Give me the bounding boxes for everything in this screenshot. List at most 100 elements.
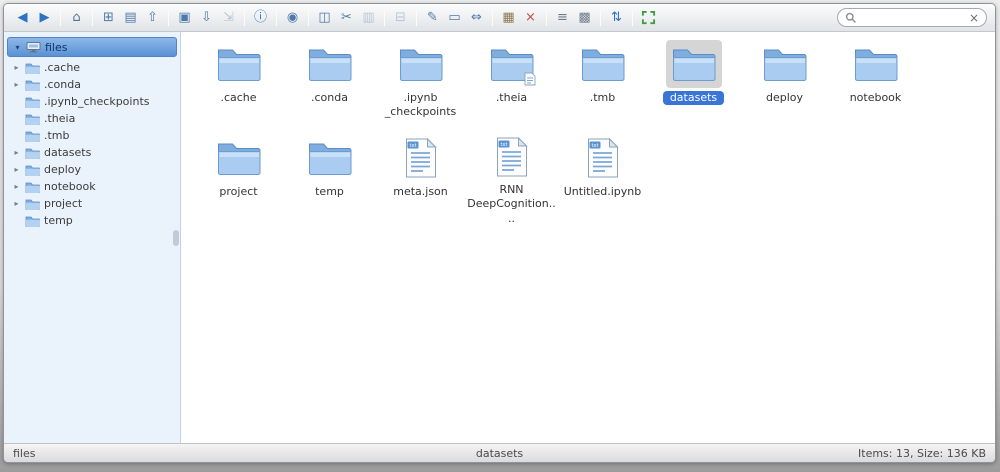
new-folder-icon: ⊞ bbox=[103, 10, 114, 25]
sort-icon: ⇅ bbox=[611, 10, 622, 25]
open-button[interactable]: ▣ bbox=[174, 8, 195, 28]
folder-icon bbox=[665, 40, 722, 88]
sidebar-item-notebook[interactable]: ▸ notebook bbox=[4, 178, 180, 195]
expand-arrow-icon[interactable]: ▸ bbox=[12, 63, 21, 72]
back-button[interactable]: ◀ bbox=[12, 8, 33, 28]
delete-button[interactable]: × bbox=[520, 8, 541, 28]
expand-arrow-icon[interactable]: ▸ bbox=[12, 148, 21, 157]
sidebar-item-conda[interactable]: ▸ .conda bbox=[4, 76, 180, 93]
search-input[interactable] bbox=[861, 11, 965, 24]
view-list-button[interactable]: ≡ bbox=[552, 8, 573, 28]
expand-arrow-icon[interactable]: ▸ bbox=[12, 165, 21, 174]
file-item-label: .conda bbox=[311, 91, 348, 104]
sidebar-item-label: .ipynb_checkpoints bbox=[44, 95, 150, 108]
rename-button[interactable]: ✎ bbox=[422, 8, 443, 28]
search-icon[interactable] bbox=[845, 12, 857, 24]
get-url-icon: ⇲ bbox=[223, 10, 234, 25]
toolbar-separator bbox=[244, 9, 245, 26]
file-item-notebook[interactable]: notebook bbox=[830, 40, 921, 132]
folder-icon bbox=[25, 79, 40, 91]
edit-button[interactable]: ▭ bbox=[444, 8, 465, 28]
sidebar-item-deploy[interactable]: ▸ deploy bbox=[4, 161, 180, 178]
file-item-datasets[interactable]: datasets bbox=[648, 40, 739, 132]
file-item-theia[interactable]: .theia bbox=[466, 40, 557, 132]
copy-button[interactable]: ◫ bbox=[314, 8, 335, 28]
view-icons-button[interactable]: ▩ bbox=[574, 8, 595, 28]
toolbar-separator bbox=[60, 9, 61, 26]
sidebar-item-theia[interactable]: ▸.theia bbox=[4, 110, 180, 127]
file-item-label: notebook bbox=[849, 91, 902, 104]
toolbar-separator bbox=[384, 9, 385, 26]
folder-icon bbox=[484, 40, 540, 88]
sidebar-item-project[interactable]: ▸ project bbox=[4, 195, 180, 212]
resize-button[interactable]: ⇔ bbox=[466, 8, 487, 28]
forward-button[interactable]: ▶ bbox=[34, 8, 55, 28]
duplicate-icon: ⊟ bbox=[395, 10, 406, 25]
forward-icon: ▶ bbox=[39, 10, 50, 25]
folder-icon bbox=[302, 134, 358, 182]
folder-icon bbox=[25, 198, 40, 210]
file-item-deploy[interactable]: deploy bbox=[739, 40, 830, 132]
toolbar-separator bbox=[308, 9, 309, 26]
text-file-icon: txt bbox=[575, 134, 631, 182]
sidebar-root-label: files bbox=[45, 40, 68, 54]
statusbar: files datasets Items: 13, Size: 136 KB bbox=[4, 443, 995, 462]
text-file-icon: txt bbox=[393, 134, 449, 182]
download-button[interactable]: ⇩ bbox=[196, 8, 217, 28]
preview-icon: ◉ bbox=[286, 10, 299, 25]
info-button[interactable]: ⓘ bbox=[250, 8, 271, 28]
file-item-conda[interactable]: .conda bbox=[284, 40, 375, 132]
file-item-meta-json[interactable]: txt meta.json bbox=[375, 134, 466, 226]
sidebar-item-ipynb-checkpoints[interactable]: ▸.ipynb_checkpoints bbox=[4, 93, 180, 110]
sidebar-item-datasets[interactable]: ▸ datasets bbox=[4, 144, 180, 161]
folder-icon bbox=[25, 181, 40, 193]
folder-icon bbox=[757, 40, 813, 88]
file-item-untitled-ipynb[interactable]: txt Untitled.ipynb bbox=[557, 134, 648, 226]
upload-icon: ⇧ bbox=[147, 10, 158, 25]
file-item-tmb[interactable]: .tmb bbox=[557, 40, 648, 132]
sidebar-item-files-root[interactable]: ▾ files bbox=[7, 37, 177, 57]
home-button[interactable]: ⌂ bbox=[66, 8, 87, 28]
toolbar-separator bbox=[632, 9, 633, 26]
file-item-label: deploy bbox=[765, 91, 804, 104]
archive-button[interactable]: ▦ bbox=[498, 8, 519, 28]
sidebar-item-temp[interactable]: ▸temp bbox=[4, 212, 180, 229]
folder-icon bbox=[25, 130, 40, 142]
expand-arrow-icon[interactable]: ▾ bbox=[13, 43, 22, 52]
sidebar-item-cache[interactable]: ▸ .cache bbox=[4, 59, 180, 76]
delete-icon: × bbox=[525, 10, 536, 25]
new-file-button[interactable]: ▤ bbox=[120, 8, 141, 28]
file-item-label: .cache bbox=[220, 91, 257, 104]
sidebar-item-tmb[interactable]: ▸.tmb bbox=[4, 127, 180, 144]
folder-icon bbox=[393, 40, 449, 88]
preview-button[interactable]: ◉ bbox=[282, 8, 303, 28]
cut-button[interactable]: ✂ bbox=[336, 8, 357, 28]
file-item-label: project bbox=[219, 185, 258, 198]
fullscreen-button[interactable] bbox=[638, 8, 659, 28]
file-item-project[interactable]: project bbox=[193, 134, 284, 226]
sidebar-scrollbar-thumb[interactable] bbox=[173, 230, 179, 246]
file-item-cache[interactable]: .cache bbox=[193, 40, 284, 132]
file-manager-window: ◀ ▶ ⌂ ⊞ ▤ ⇧ ▣ ⇩ ⇲ ⓘ ◉ ◫ ✂ ▥ ⊟ ✎ ▭ ⇔ ▦ × ≡ ▩ ⇅ × ▾ files ▸ .cach… bbox=[3, 3, 996, 463]
file-item-label: Untitled.ipynb bbox=[563, 185, 642, 198]
upload-button[interactable]: ⇧ bbox=[142, 8, 163, 28]
search-box: × bbox=[837, 8, 987, 27]
svg-text:txt: txt bbox=[592, 143, 599, 149]
expand-arrow-icon[interactable]: ▸ bbox=[12, 199, 21, 208]
file-grid[interactable]: .cache .conda .ipynb _checkpoints .theia .tm… bbox=[181, 32, 995, 443]
file-item-label: datasets bbox=[662, 91, 725, 106]
clear-search-icon[interactable]: × bbox=[969, 12, 979, 24]
open-icon: ▣ bbox=[178, 10, 191, 25]
expand-arrow-icon[interactable]: ▸ bbox=[12, 80, 21, 89]
toolbar: ◀ ▶ ⌂ ⊞ ▤ ⇧ ▣ ⇩ ⇲ ⓘ ◉ ◫ ✂ ▥ ⊟ ✎ ▭ ⇔ ▦ × ≡ ▩ ⇅ × bbox=[4, 4, 995, 32]
file-item-rnn-deepcognition[interactable]: txt RNN DeepCognition.... bbox=[466, 134, 557, 226]
file-item-ipynb-checkpoints[interactable]: .ipynb _checkpoints bbox=[375, 40, 466, 132]
expand-arrow-icon[interactable]: ▸ bbox=[12, 182, 21, 191]
statusbar-selected: datasets bbox=[475, 446, 524, 460]
file-item-temp[interactable]: temp bbox=[284, 134, 375, 226]
file-item-label: meta.json bbox=[393, 185, 448, 198]
file-item-label: .tmb bbox=[589, 91, 616, 104]
sort-button[interactable]: ⇅ bbox=[606, 8, 627, 28]
toolbar-buttons: ◀ ▶ ⌂ ⊞ ▤ ⇧ ▣ ⇩ ⇲ ⓘ ◉ ◫ ✂ ▥ ⊟ ✎ ▭ ⇔ ▦ × ≡ ▩ ⇅ bbox=[12, 8, 659, 28]
new-folder-button[interactable]: ⊞ bbox=[98, 8, 119, 28]
